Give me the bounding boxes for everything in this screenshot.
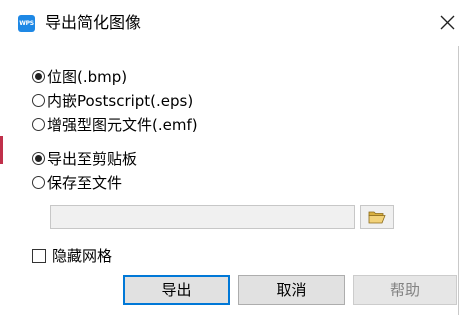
- dialog-border: [458, 46, 459, 315]
- radio-button-checked[interactable]: [32, 152, 45, 165]
- close-icon: [440, 15, 455, 30]
- help-button[interactable]: 帮助: [353, 275, 457, 305]
- radio-button[interactable]: [32, 176, 45, 189]
- app-icon: WPS: [18, 15, 35, 32]
- window-edge-mark: [0, 136, 3, 164]
- radio-label-clipboard: 导出至剪贴板: [47, 150, 138, 168]
- radio-button[interactable]: [32, 94, 45, 107]
- dialog-title: 导出简化图像: [45, 13, 142, 32]
- hide-grid-label: 隐藏网格: [52, 247, 113, 265]
- radio-button-checked[interactable]: [32, 70, 45, 83]
- title-bar: WPS 导出简化图像: [0, 0, 465, 46]
- hide-grid-checkbox[interactable]: [32, 249, 46, 263]
- file-path-input[interactable]: [50, 205, 355, 229]
- cancel-button[interactable]: 取消: [238, 275, 345, 305]
- radio-label-eps: 内嵌Postscript(.eps): [47, 92, 194, 110]
- radio-label-file: 保存至文件: [47, 174, 123, 192]
- close-button[interactable]: [432, 10, 462, 36]
- browse-button[interactable]: [360, 205, 394, 229]
- export-button[interactable]: 导出: [123, 275, 230, 305]
- radio-label-bmp: 位图(.bmp): [47, 68, 128, 86]
- radio-button[interactable]: [32, 118, 45, 131]
- radio-label-emf: 增强型图元文件(.emf): [47, 116, 198, 134]
- export-image-dialog: WPS 导出简化图像 位图(.bmp) 内嵌Postscript(.eps) 增…: [0, 0, 465, 315]
- folder-open-icon: [368, 211, 386, 224]
